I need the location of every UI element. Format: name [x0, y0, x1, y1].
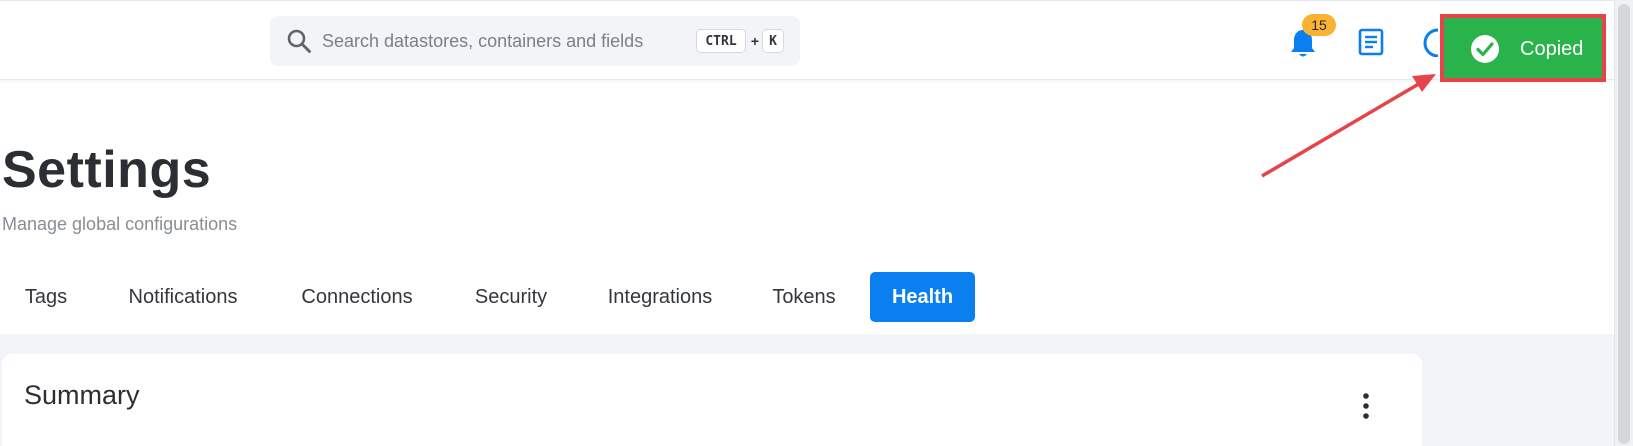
search-input[interactable] [322, 25, 662, 57]
summary-card: Summary [2, 354, 1422, 446]
toast-message: Copied [1520, 38, 1584, 60]
tab-notifications[interactable]: Notifications [110, 272, 256, 322]
scrollbar-thumb[interactable] [1618, 4, 1630, 444]
search-icon [287, 29, 311, 53]
tab-connections[interactable]: Connections [280, 272, 434, 322]
shortcut-plus: + [750, 33, 760, 49]
tab-tokens[interactable]: Tokens [756, 272, 852, 322]
more-options-icon[interactable] [1360, 392, 1372, 420]
global-search[interactable]: CTRL + K [270, 16, 800, 66]
tab-health[interactable]: Health [870, 272, 975, 322]
tab-integrations[interactable]: Integrations [590, 272, 730, 322]
check-circle-icon [1471, 35, 1499, 63]
page-title: Settings [2, 141, 212, 199]
summary-title: Summary [24, 380, 140, 410]
tab-security[interactable]: Security [456, 272, 566, 322]
top-bar: CTRL + K 15 [0, 0, 1614, 80]
tab-tags[interactable]: Tags [0, 272, 92, 322]
page-subtitle: Manage global configurations [2, 214, 238, 234]
shortcut-k-key: K [762, 29, 784, 53]
document-icon[interactable] [1356, 27, 1386, 57]
scrollbar[interactable] [1614, 0, 1633, 446]
copied-toast: Copied [1440, 14, 1606, 82]
shortcut-ctrl-key: CTRL [696, 29, 746, 53]
notification-count-badge: 15 [1302, 14, 1336, 36]
